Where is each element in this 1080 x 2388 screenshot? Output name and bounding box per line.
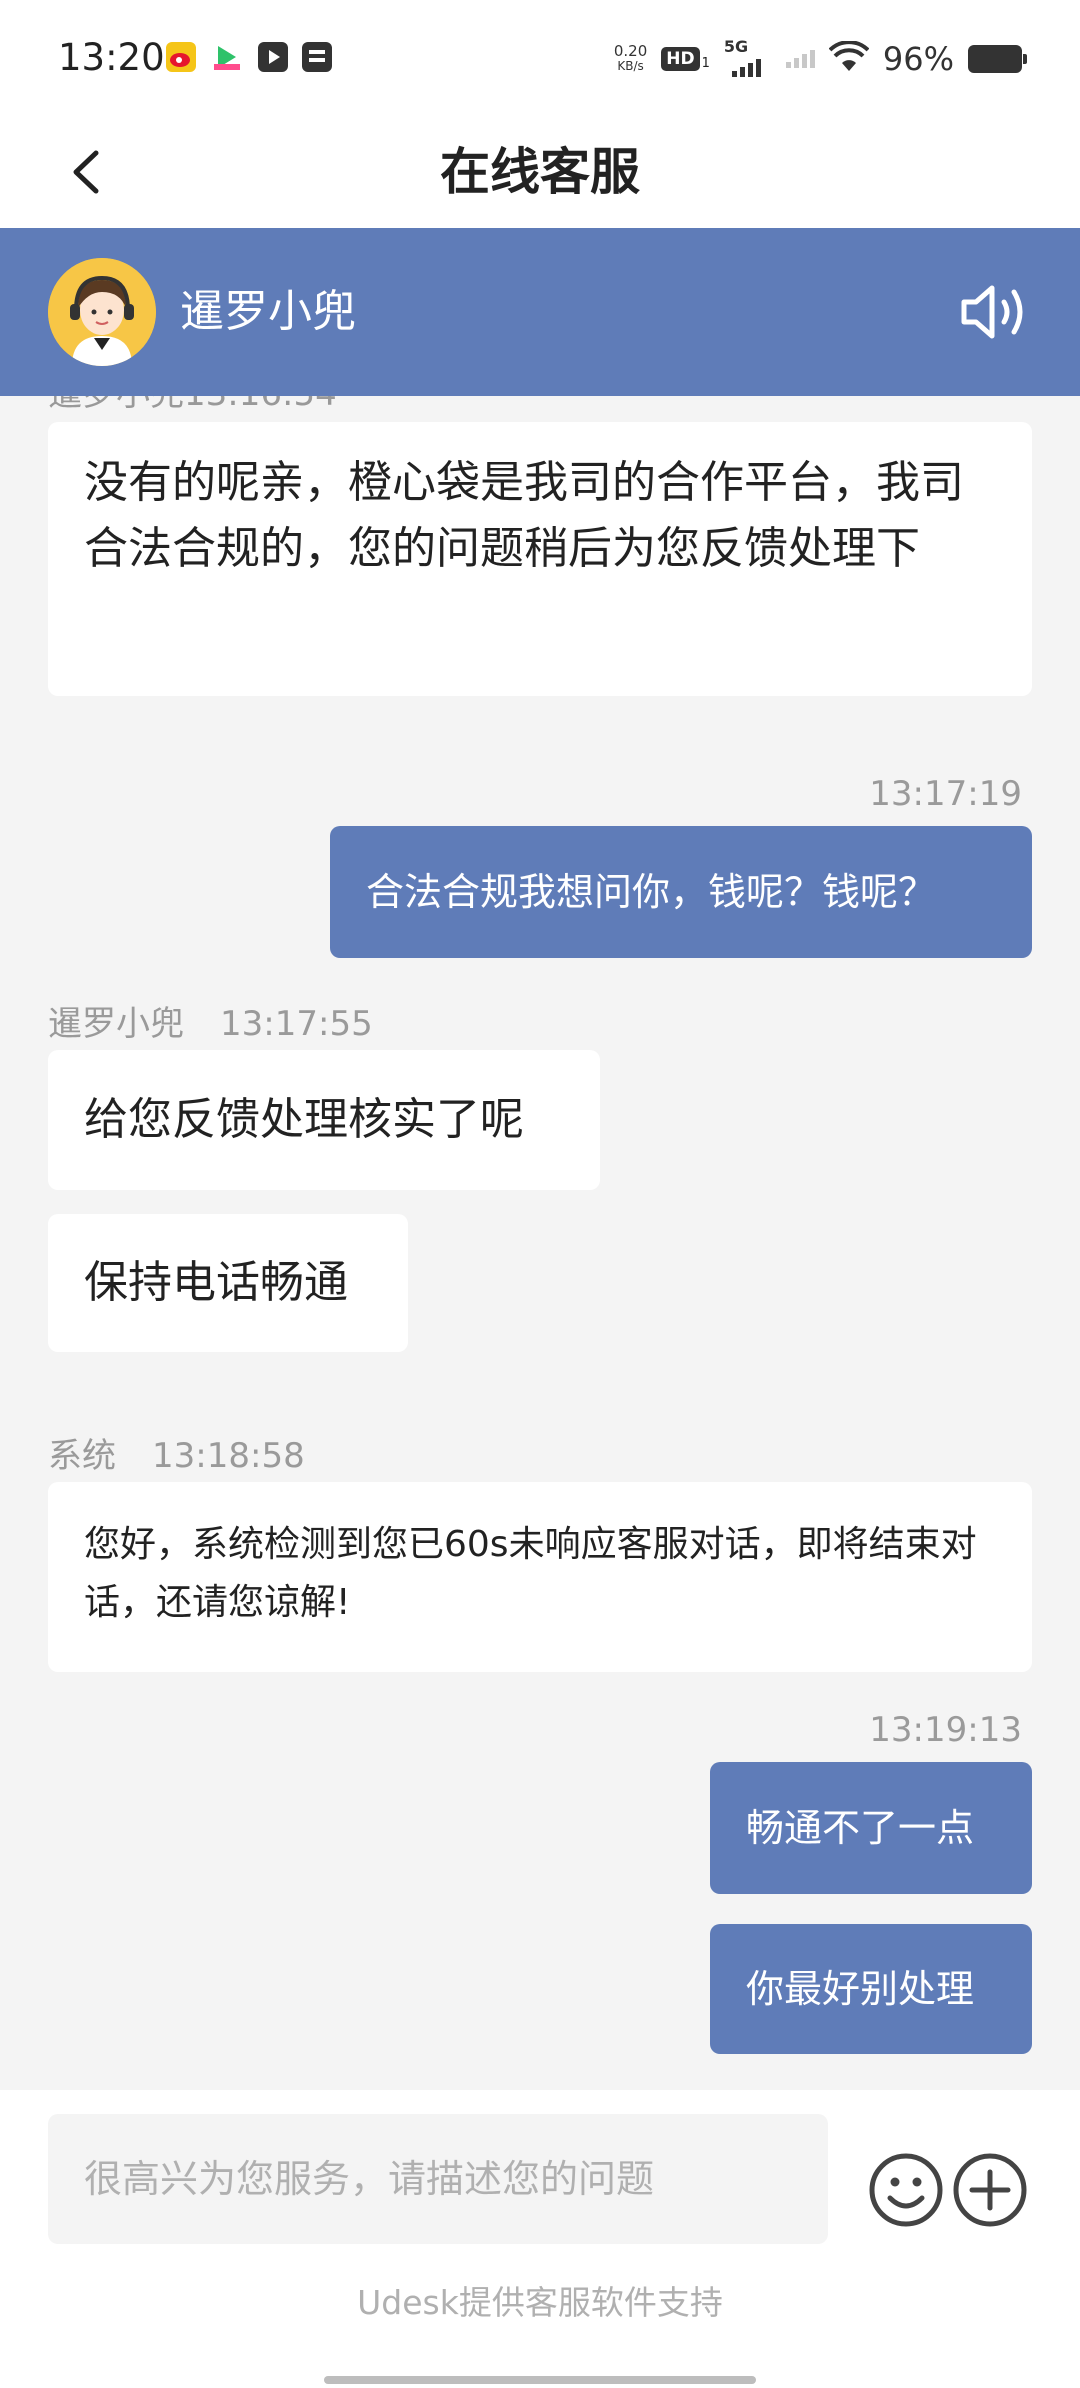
wifi-icon <box>828 40 870 77</box>
status-time: 13:20 <box>58 36 165 79</box>
signal-bars-secondary-icon <box>785 50 815 68</box>
hd-sub: 1 <box>701 56 710 71</box>
message-text: 你最好别处理 <box>746 1967 975 2011</box>
nav-bar: 在线客服 <box>0 116 1080 228</box>
user-message-bubble: 畅通不了一点 <box>710 1762 1032 1894</box>
message-meta: 系统 13:18:58 <box>48 1428 305 1477</box>
composer: Udesk提供客服软件支持 <box>0 2090 1080 2388</box>
agent-header: 暹罗小兜 <box>0 228 1080 396</box>
message-text: 保持电话畅通 <box>84 1257 348 1308</box>
agent-message-bubble: 没有的呢亲，橙心袋是我司的合作平台，我司合法合规的，您的问题稍后为您反馈处理下 <box>48 422 1032 696</box>
message-time: 13:19:13 <box>869 1710 1022 1750</box>
speaker-icon <box>961 285 1023 339</box>
status-indicators: 0.20 KB/s HD 1 5G 96% <box>614 34 1027 84</box>
network-label: 5G <box>723 37 749 56</box>
battery-icon <box>968 45 1027 73</box>
play-app-icon <box>258 42 288 72</box>
status-bar: 13:20 0.20 KB/s HD 1 5G 96% <box>0 0 1080 116</box>
plus-circle-icon <box>953 2153 1027 2227</box>
message-text: 给您反馈处理核实了呢 <box>84 1094 524 1145</box>
message-meta: 暹罗小兜 13:17:55 <box>48 996 373 1045</box>
message-sender: 系统 <box>48 1436 116 1476</box>
video-app-icon <box>212 42 242 72</box>
message-time: 13:16:54 <box>184 396 337 414</box>
system-message-bubble: 您好，系统检测到您已60s未响应客服对话，即将结束对话，还请您谅解! <box>48 1482 1032 1672</box>
sound-toggle-button[interactable] <box>958 278 1032 346</box>
signal-bars-icon <box>731 59 761 77</box>
message-sender: 暹罗小兜 <box>48 1004 184 1044</box>
home-indicator[interactable] <box>324 2376 756 2384</box>
page-title: 在线客服 <box>440 143 640 201</box>
message-text: 畅通不了一点 <box>746 1806 975 1850</box>
agent-message-bubble: 保持电话畅通 <box>48 1214 408 1352</box>
add-attachment-button[interactable] <box>952 2152 1028 2228</box>
message-text: 没有的呢亲，橙心袋是我司的合作平台，我司合法合规的，您的问题稍后为您反馈处理下 <box>84 457 964 574</box>
customer-service-avatar-icon <box>48 258 156 366</box>
weibo-icon <box>166 42 196 72</box>
emoji-button[interactable] <box>868 2152 944 2228</box>
wallet-app-icon <box>302 42 332 72</box>
agent-avatar <box>48 258 156 366</box>
powered-by-text: Udesk提供客服软件支持 <box>357 2283 723 2322</box>
message-meta: 暹罗小兜13:16:54 <box>48 396 337 415</box>
user-message-bubble: 你最好别处理 <box>710 1924 1032 2054</box>
message-text: 合法合规我想问你，钱呢？钱呢？ <box>366 870 937 914</box>
message-meta: 13:17:19 <box>869 774 1022 814</box>
message-input[interactable] <box>48 2114 828 2244</box>
smiley-icon <box>869 2153 943 2227</box>
message-time: 13:17:55 <box>220 1004 373 1044</box>
hd-indicator: HD 1 <box>661 47 710 71</box>
message-time: 13:17:19 <box>869 774 1022 814</box>
network-speed: 0.20 KB/s <box>614 44 647 74</box>
message-sender: 暹罗小兜 <box>48 396 184 414</box>
message-text: 您好，系统检测到您已60s未响应客服对话，即将结束对话，还请您谅解! <box>84 1524 977 1623</box>
chat-messages[interactable]: 暹罗小兜13:16:54 没有的呢亲，橙心袋是我司的合作平台，我司合法合规的，您… <box>0 396 1080 2090</box>
hd-badge: HD <box>661 47 700 71</box>
agent-name: 暹罗小兜 <box>180 286 356 337</box>
cellular-5g-indicator: 5G <box>724 37 772 77</box>
network-speed-value: 0.20 <box>613 42 648 60</box>
message-meta: 13:19:13 <box>869 1710 1022 1750</box>
agent-message-bubble: 给您反馈处理核实了呢 <box>48 1050 600 1190</box>
network-speed-unit: KB/s <box>617 59 644 73</box>
battery-percent: 96% <box>882 40 954 78</box>
message-time: 13:18:58 <box>152 1436 305 1476</box>
user-message-bubble: 合法合规我想问你，钱呢？钱呢？ <box>330 826 1032 958</box>
